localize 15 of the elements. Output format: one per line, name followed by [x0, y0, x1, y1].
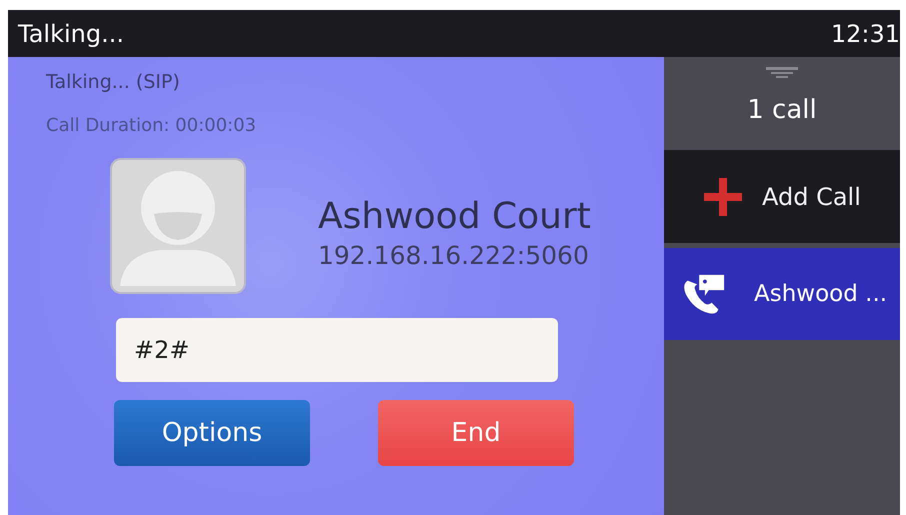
status-title: Talking...	[18, 20, 124, 48]
call-state: Talking... (SIP)	[46, 71, 181, 95]
clock-time: 12:31	[830, 20, 900, 48]
call-count: 1 call	[747, 95, 817, 125]
options-button[interactable]: Options	[114, 400, 310, 466]
plus-icon	[704, 178, 742, 216]
contact-address: 192.168.16.222:5060	[318, 241, 590, 270]
call-list-item[interactable]: Ashwood ...	[664, 248, 900, 340]
call-duration: Call Duration: 00:00:03	[46, 115, 258, 136]
add-call-button[interactable]: Add Call	[664, 150, 900, 243]
contact-name: Ashwood Court	[318, 196, 591, 237]
avatar-icon	[110, 158, 246, 294]
dtmf-field[interactable]: #2#	[116, 318, 558, 382]
call-count-panel[interactable]: 1 call	[664, 57, 900, 150]
drag-handle-icon[interactable]	[766, 67, 798, 79]
